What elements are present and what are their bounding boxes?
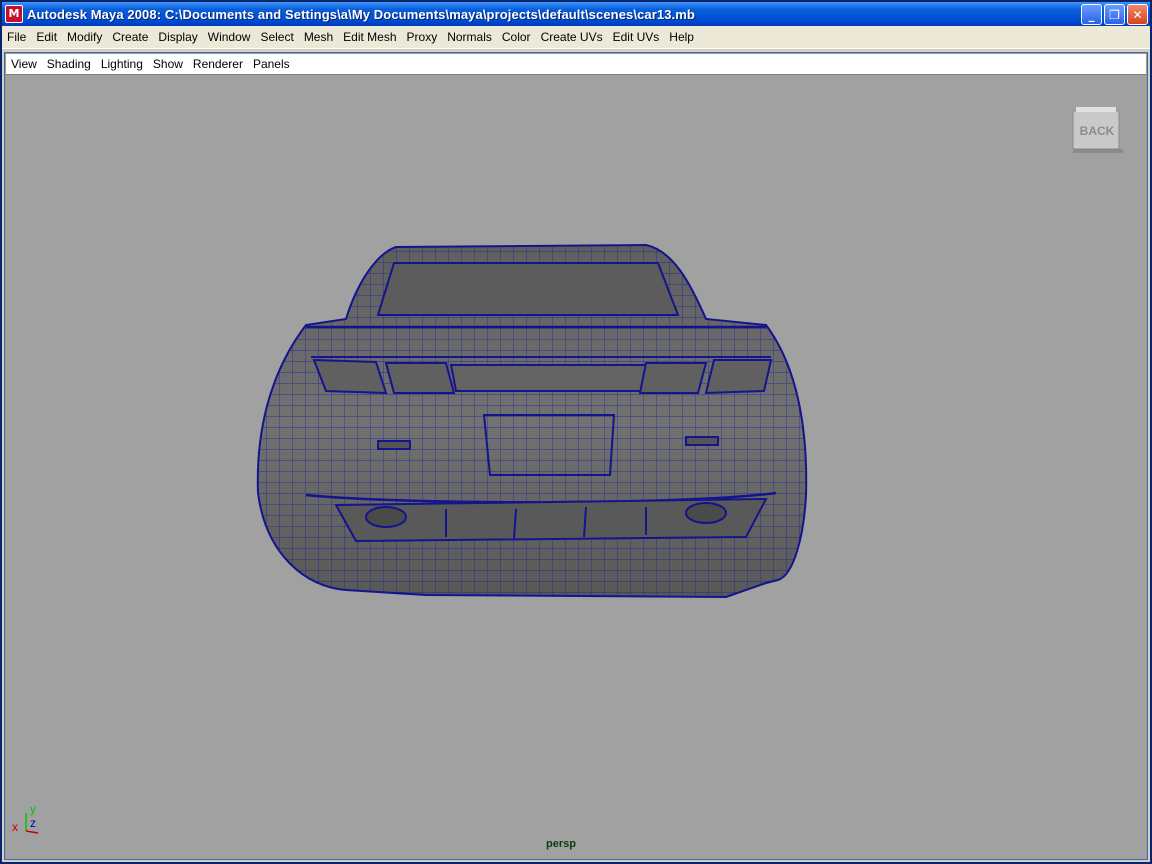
tail-light-right xyxy=(704,359,773,395)
menu-normals[interactable]: Normals xyxy=(442,27,497,47)
viewcube[interactable]: BACK xyxy=(1070,105,1124,155)
minimize-button[interactable]: _ xyxy=(1081,4,1102,25)
maya-window: M Autodesk Maya 2008: C:\Documents and S… xyxy=(0,0,1152,864)
main-menubar: File Edit Modify Create Display Window S… xyxy=(2,26,1150,49)
menu-display[interactable]: Display xyxy=(153,27,202,47)
axis-gizmo: y x z xyxy=(12,803,39,834)
menu-edit-uvs[interactable]: Edit UVs xyxy=(608,27,665,47)
reflector-right xyxy=(685,436,719,446)
window-controls: _ ❐ ✕ xyxy=(1081,4,1148,25)
panel-menu-view[interactable]: View xyxy=(6,55,42,73)
panel-menu-shading[interactable]: Shading xyxy=(42,55,96,73)
reflector-left xyxy=(377,440,411,450)
axis-z-label: z xyxy=(30,816,36,830)
panel-menubar: View Shading Lighting Show Renderer Pane… xyxy=(6,54,1146,75)
menu-mesh[interactable]: Mesh xyxy=(299,27,338,47)
menu-create-uvs[interactable]: Create UVs xyxy=(536,27,608,47)
maya-icon[interactable]: M xyxy=(5,5,23,23)
panel-menu-lighting[interactable]: Lighting xyxy=(96,55,148,73)
rear-window xyxy=(376,262,680,316)
axis-x-label: x xyxy=(12,820,18,834)
axis-y-label: y xyxy=(30,803,36,816)
tail-light-left xyxy=(312,358,388,395)
menu-create[interactable]: Create xyxy=(107,27,153,47)
panel-menu-show[interactable]: Show xyxy=(148,55,188,73)
exhaust-right xyxy=(685,502,727,524)
viewcube-face-label[interactable]: BACK xyxy=(1080,124,1115,138)
close-button[interactable]: ✕ xyxy=(1127,4,1148,25)
rear-panel xyxy=(449,364,648,392)
viewport-panel: View Shading Lighting Show Renderer Pane… xyxy=(4,52,1148,860)
menu-color[interactable]: Color xyxy=(497,27,536,47)
car-model[interactable] xyxy=(6,75,1146,859)
window-title: Autodesk Maya 2008: C:\Documents and Set… xyxy=(27,6,695,22)
menu-file[interactable]: File xyxy=(2,27,31,47)
menu-help[interactable]: Help xyxy=(664,27,699,47)
menu-select[interactable]: Select xyxy=(255,27,298,47)
exhaust-left xyxy=(365,506,407,528)
menu-modify[interactable]: Modify xyxy=(62,27,107,47)
3d-viewport[interactable]: BACK y x z persp xyxy=(6,75,1146,859)
menu-window[interactable]: Window xyxy=(203,27,256,47)
menu-edit-mesh[interactable]: Edit Mesh xyxy=(338,27,401,47)
title-bar[interactable]: M Autodesk Maya 2008: C:\Documents and S… xyxy=(2,2,1150,26)
menu-edit[interactable]: Edit xyxy=(31,27,62,47)
maximize-button[interactable]: ❐ xyxy=(1104,4,1125,25)
menu-proxy[interactable]: Proxy xyxy=(402,27,443,47)
panel-menu-renderer[interactable]: Renderer xyxy=(188,55,248,73)
panel-menu-panels[interactable]: Panels xyxy=(248,55,295,73)
camera-label: persp xyxy=(546,838,576,850)
